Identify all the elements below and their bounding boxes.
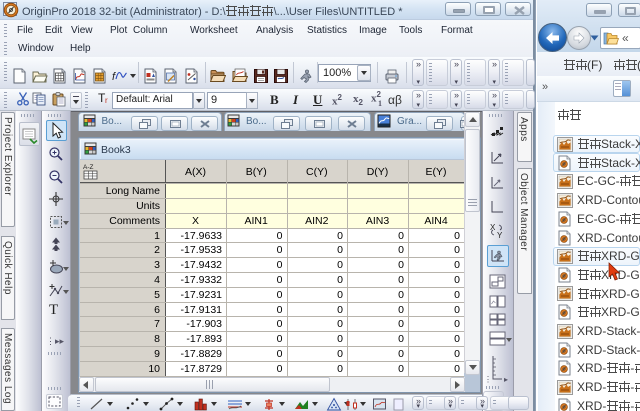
svg-text:Y: Y [497, 231, 503, 238]
svg-text:f: f [112, 71, 116, 83]
svg-text:X: X [490, 223, 496, 232]
svg-text:r: r [105, 96, 108, 105]
svg-text:A-Z: A-Z [83, 164, 94, 171]
